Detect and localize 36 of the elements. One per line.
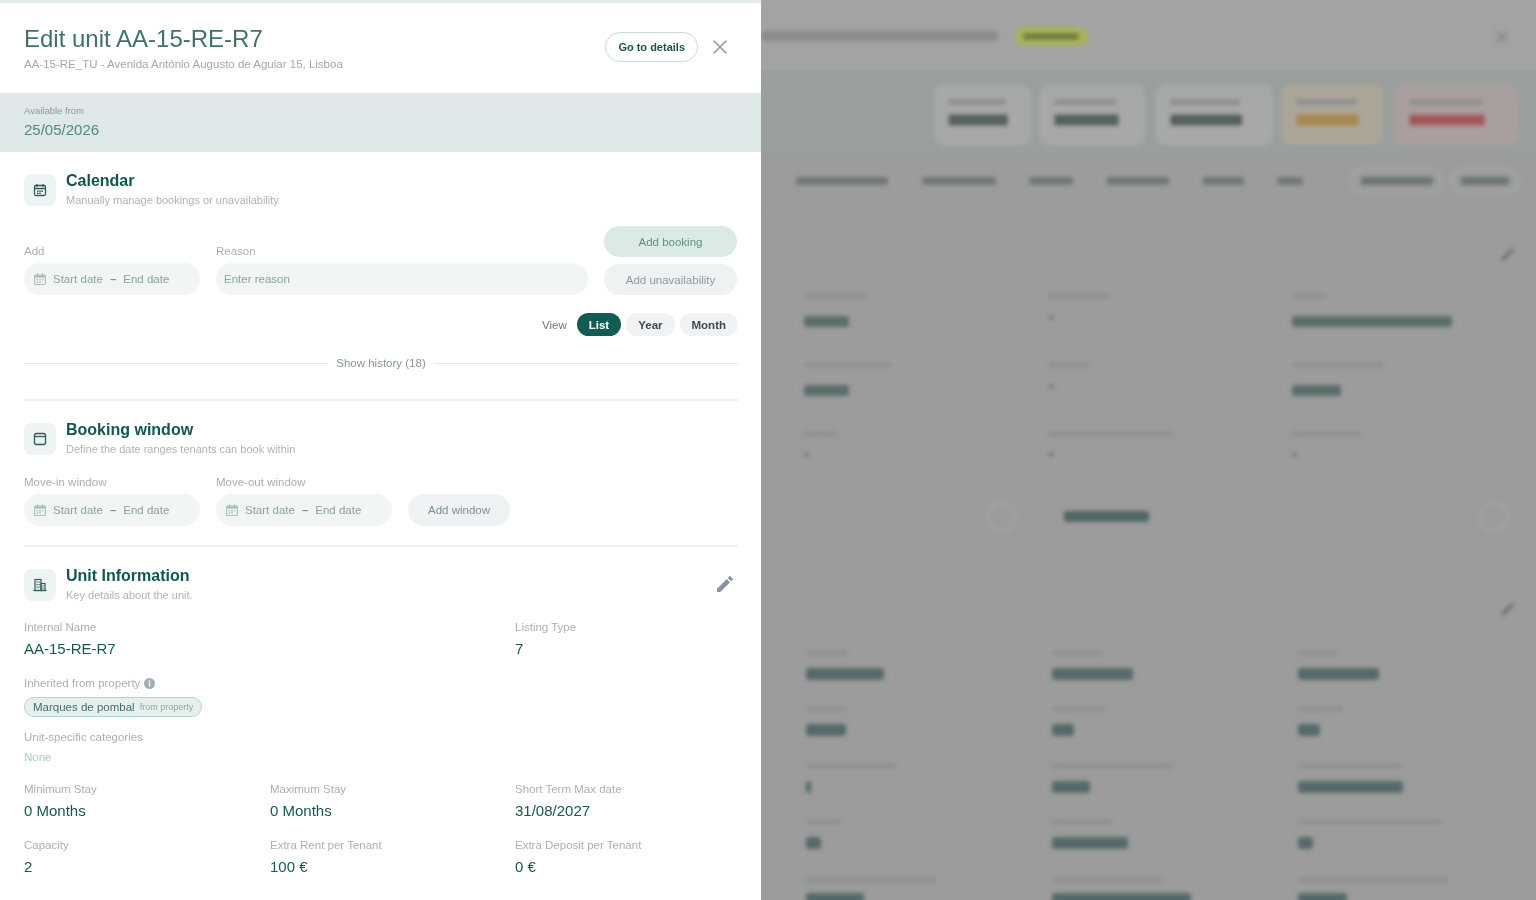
field-label: Extra Rent per Tenant (270, 838, 383, 852)
section-title: Booking window (66, 420, 195, 439)
field-value: 0 € (515, 858, 537, 876)
field-label: Listing Type (515, 620, 578, 634)
field-value: 2 (24, 858, 34, 876)
field-value: 0 Months (24, 802, 87, 820)
empty-value: None (24, 750, 53, 764)
category-name: Marques de pombal (33, 701, 135, 713)
field-label: Internal Name (24, 620, 98, 634)
section-subtitle: Define the date ranges tenants can book within (66, 442, 296, 456)
panel-subtitle: AA-15-RE_TU - Avenida António Augusto de Aguiar 15, Lisboa (24, 57, 343, 71)
field-label: Capacity (24, 838, 70, 852)
field-label: Maximum Stay (270, 782, 348, 796)
field-value: 31/08/2027 (515, 802, 592, 820)
field-label: Unit-specific categories (24, 730, 144, 744)
field-value: 0 Months (270, 802, 333, 820)
field-value: 7 (515, 640, 525, 658)
field-value: 100 € (270, 858, 309, 876)
field-value: AA-15-RE-R7 (24, 640, 117, 658)
field-label: Move-out window (216, 475, 307, 489)
field-label: Extra Deposit per Tenant (515, 838, 643, 852)
section-subtitle: Manually manage bookings or unavailability (66, 193, 279, 207)
view-label: View (542, 318, 567, 331)
section-subtitle: Key details about the unit. (66, 588, 193, 602)
field-label: Move-in window (24, 475, 108, 489)
category-source: from property (139, 702, 194, 712)
available-from-date: 25/05/2026 (24, 121, 101, 139)
field-label: Minimum Stay (24, 782, 98, 796)
section-title: Unit Information (66, 566, 191, 585)
section-title: Calendar (66, 171, 136, 190)
field-label: Short Term Max date (515, 782, 623, 796)
field-label: Add (24, 244, 46, 258)
panel-title: Edit unit AA-15-RE-R7 (24, 25, 264, 53)
field-label: Reason (216, 244, 257, 258)
available-from-label: Available from (24, 105, 86, 117)
field-label: Inherited from property (24, 676, 141, 690)
